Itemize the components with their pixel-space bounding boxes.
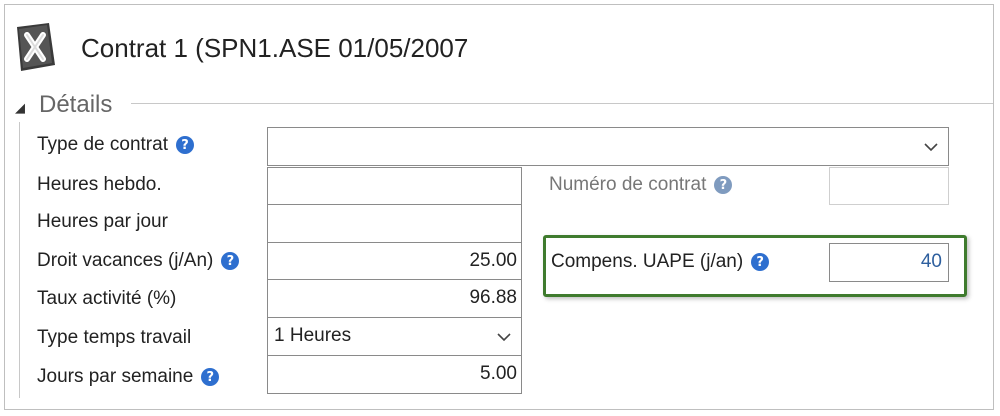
- heures-hebdo-field[interactable]: [267, 167, 522, 205]
- collapse-toggle-icon[interactable]: ◢: [15, 100, 25, 116]
- section-left-border: [19, 122, 20, 398]
- label-compens-uape: Compens. UAPE (j/an) ?: [551, 251, 770, 273]
- type-de-contrat-select[interactable]: [267, 127, 949, 166]
- label-heures-par-jour: Heures par jour: [37, 211, 168, 233]
- label-text: Taux activité (%): [37, 288, 177, 309]
- chevron-down-icon: [497, 332, 511, 341]
- label-heures-hebdo: Heures hebdo.: [37, 174, 162, 196]
- label-text: Type temps travail: [37, 327, 192, 348]
- section-divider: [131, 103, 993, 104]
- type-temps-travail-value: 1 Heures: [274, 325, 352, 346]
- label-text: Jours par semaine: [37, 366, 194, 387]
- heures-par-jour-field[interactable]: [267, 204, 522, 243]
- label-text: Droit vacances (j/An): [37, 250, 214, 271]
- help-icon[interactable]: ?: [714, 176, 733, 194]
- taux-activite-field[interactable]: 96.88: [267, 279, 522, 318]
- window-title: Contrat 1 (SPN1.ASE 01/05/2007: [81, 33, 469, 63]
- app-x-icon: [17, 23, 55, 71]
- help-icon[interactable]: ?: [221, 252, 240, 270]
- label-taux-activite: Taux activité (%): [37, 288, 176, 310]
- label-text: Compens. UAPE (j/an): [551, 251, 744, 272]
- label-text: Heures par jour: [37, 211, 168, 232]
- contract-panel: Contrat 1 (SPN1.ASE 01/05/2007 ◢ Détails…: [4, 4, 994, 410]
- label-droit-vacances: Droit vacances (j/An) ?: [37, 250, 240, 272]
- help-icon[interactable]: ?: [201, 368, 220, 386]
- compens-uape-field[interactable]: 40: [829, 243, 949, 282]
- droit-vacances-field[interactable]: 25.00: [267, 242, 522, 280]
- label-text: Type de contrat: [37, 134, 168, 155]
- section-title-details[interactable]: Détails: [39, 91, 112, 119]
- label-numero-de-contrat: Numéro de contrat ?: [549, 174, 733, 196]
- type-temps-travail-select[interactable]: 1 Heures: [267, 317, 522, 356]
- help-icon[interactable]: ?: [751, 253, 770, 271]
- label-jours-par-semaine: Jours par semaine ?: [37, 366, 220, 388]
- jours-par-semaine-field[interactable]: 5.00: [267, 355, 522, 394]
- label-type-temps-travail: Type temps travail: [37, 327, 191, 349]
- chevron-down-icon: [924, 142, 938, 151]
- help-icon[interactable]: ?: [175, 136, 194, 154]
- label-text: Numéro de contrat: [549, 174, 707, 195]
- numero-de-contrat-field[interactable]: [829, 167, 949, 205]
- label-text: Heures hebdo.: [37, 174, 162, 195]
- label-type-de-contrat: Type de contrat ?: [37, 134, 194, 156]
